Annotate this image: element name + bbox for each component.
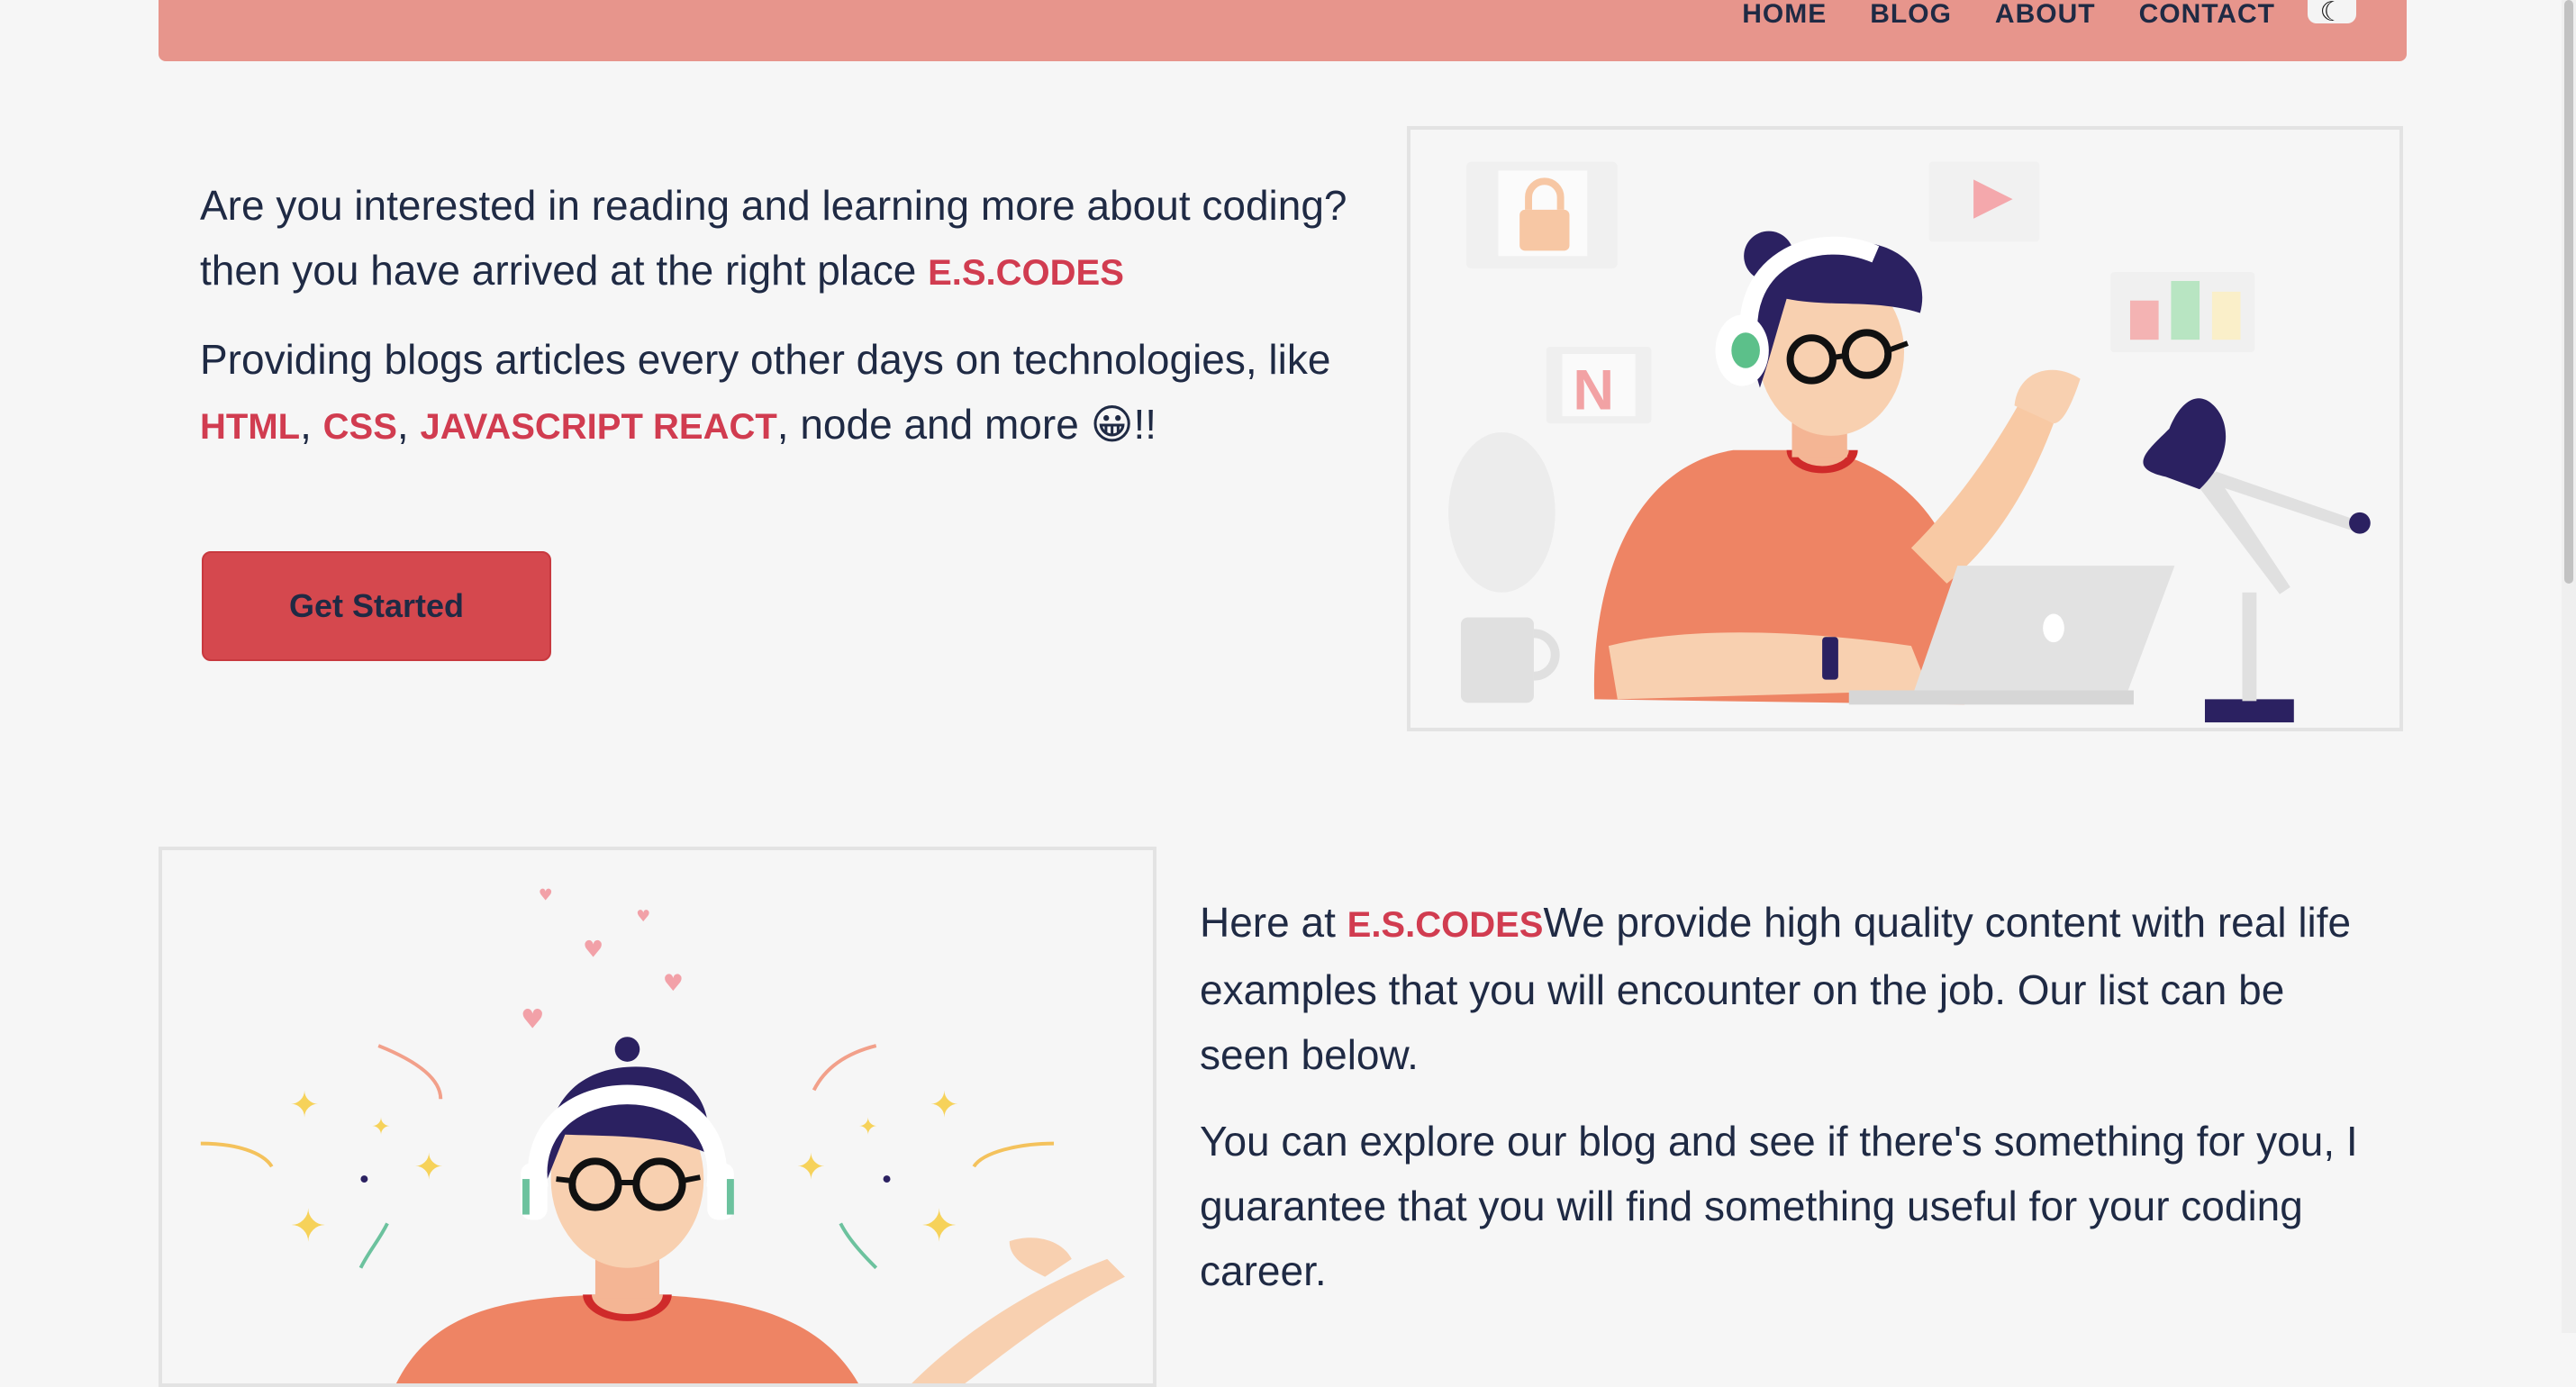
celebration-illustration: ♥ ♥ ♥ ♥ ♥ ✦ ✦ ✦ ✦ ✦ ✦ ✦ ✦ bbox=[159, 847, 1156, 1387]
navbar: HOME BLOG ABOUT CONTACT ☾ bbox=[159, 0, 2407, 61]
hero-text: Are you interested in reading and learni… bbox=[200, 173, 1389, 481]
svg-text:✦: ✦ bbox=[290, 1200, 327, 1252]
nav-home[interactable]: HOME bbox=[1742, 4, 1827, 25]
tech-html: HTML bbox=[200, 407, 301, 447]
svg-text:✦: ✦ bbox=[858, 1114, 877, 1141]
nav-about[interactable]: ABOUT bbox=[1995, 4, 2096, 25]
about-para-1: Here at E.S.CODESWe provide high quality… bbox=[1200, 890, 2371, 1087]
nav-links: HOME BLOG ABOUT CONTACT bbox=[1742, 4, 2275, 25]
svg-text:✦: ✦ bbox=[290, 1084, 320, 1126]
about-para-2: You can explore our blog and see if ther… bbox=[1200, 1118, 2358, 1294]
svg-text:✦: ✦ bbox=[930, 1084, 959, 1126]
hero-tech: Providing blogs articles every other day… bbox=[200, 327, 1389, 459]
scrollbar[interactable] bbox=[2562, 0, 2576, 1333]
svg-text:♥: ♥ bbox=[636, 908, 650, 926]
svg-text:♥: ♥ bbox=[539, 886, 553, 904]
brand-name: E.S.CODES bbox=[928, 253, 1124, 293]
svg-text:♥: ♥ bbox=[521, 1003, 545, 1034]
hero-tech-end: , node and more 😀!! bbox=[776, 401, 1157, 448]
svg-text:♥: ♥ bbox=[663, 970, 684, 997]
nav-contact[interactable]: CONTACT bbox=[2139, 4, 2275, 25]
about-text: Here at E.S.CODESWe provide high quality… bbox=[1200, 890, 2371, 1325]
svg-text:✦: ✦ bbox=[796, 1147, 826, 1188]
svg-text:✦: ✦ bbox=[414, 1147, 444, 1188]
moon-icon: ☾ bbox=[2319, 0, 2345, 27]
hero-illustration: N bbox=[1407, 126, 2403, 731]
svg-text:✦: ✦ bbox=[371, 1114, 390, 1141]
hero-tech-text: Providing blogs articles every other day… bbox=[200, 336, 1331, 383]
scrollbar-thumb[interactable] bbox=[2564, 0, 2573, 584]
about-intro: Here at bbox=[1200, 899, 1347, 946]
get-started-button[interactable]: Get Started bbox=[202, 551, 551, 661]
separator: , bbox=[300, 401, 323, 448]
brand-name: E.S.CODES bbox=[1347, 905, 1544, 945]
nav-blog[interactable]: BLOG bbox=[1870, 4, 1952, 25]
svg-text:✦: ✦ bbox=[921, 1200, 957, 1252]
svg-text:♥: ♥ bbox=[583, 936, 603, 963]
theme-toggle-button[interactable]: ☾ bbox=[2308, 0, 2356, 27]
separator: , bbox=[396, 401, 421, 448]
tech-css: CSS bbox=[322, 407, 397, 447]
svg-text:N: N bbox=[1573, 358, 1614, 422]
tech-js: JAVASCRIPT REACT bbox=[420, 407, 777, 447]
celebration-svg: ♥ ♥ ♥ ♥ ♥ ✦ ✦ ✦ ✦ ✦ ✦ ✦ ✦ bbox=[200, 886, 1125, 1383]
coder-illustration: N bbox=[1448, 161, 2371, 723]
hero-intro-text: Are you interested in reading and learni… bbox=[200, 182, 1347, 294]
hero-intro: Are you interested in reading and learni… bbox=[200, 173, 1389, 305]
